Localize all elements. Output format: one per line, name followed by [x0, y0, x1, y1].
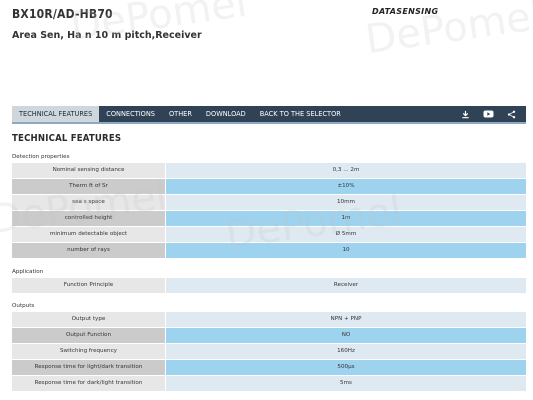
row-key: Therm ft of Sr: [12, 179, 165, 194]
table-row: sea s space 10mm: [12, 195, 526, 210]
row-value: 5ms: [166, 376, 526, 391]
section-title: TECHNICAL FEATURES: [12, 133, 122, 144]
tab-other[interactable]: OTHER: [162, 106, 199, 122]
row-value: 160Hz: [166, 344, 526, 359]
tab-underline: [12, 122, 526, 124]
brand-logo: DATASENSING: [372, 7, 439, 16]
row-key: Function Principle: [12, 278, 165, 293]
tab-bar: TECHNICAL FEATURES CONNECTIONS OTHER DOW…: [12, 106, 526, 122]
share-icon[interactable]: [503, 106, 519, 122]
table-row: Response time for dark/light transition …: [12, 376, 526, 391]
row-value: 10mm: [166, 195, 526, 210]
tab-technical-features[interactable]: TECHNICAL FEATURES: [12, 106, 100, 122]
row-key: Response time for dark/light transition: [12, 376, 165, 391]
row-key: sea s space: [12, 195, 165, 210]
youtube-icon[interactable]: [480, 106, 496, 122]
product-description: Area Sen, Ha n 10 m pitch,Receiver: [12, 30, 202, 41]
table-row: number of rays 10: [12, 243, 526, 258]
row-value: ±10%: [166, 179, 526, 194]
row-key: number of rays: [12, 243, 165, 258]
tab-download[interactable]: DOWNLOAD: [199, 106, 253, 122]
tab-connections[interactable]: CONNECTIONS: [99, 106, 162, 122]
row-key: Output type: [12, 312, 165, 327]
row-value: Receiver: [166, 278, 526, 293]
table-row: minimum detectable object Ø 5mm: [12, 227, 526, 242]
table-row: Output type NPN + PNP: [12, 312, 526, 327]
row-value: 1m: [166, 211, 526, 226]
table-row: Therm ft of Sr ±10%: [12, 179, 526, 194]
row-key: Switching frequency: [12, 344, 165, 359]
row-value: NO: [166, 328, 526, 343]
row-key: Output Function: [12, 328, 165, 343]
row-value: 500μs: [166, 360, 526, 375]
product-code: BX10R/AD-HB70: [12, 7, 113, 21]
table-row: controlled height 1m: [12, 211, 526, 226]
group-label-detection: Detection properties: [12, 154, 70, 160]
download-icon[interactable]: [457, 106, 473, 122]
group-label-application: Application: [12, 269, 44, 275]
table-row: Response time for light/dark transition …: [12, 360, 526, 375]
row-value: NPN + PNP: [166, 312, 526, 327]
row-key: controlled height: [12, 211, 165, 226]
row-key: Response time for light/dark transition: [12, 360, 165, 375]
row-key: minimum detectable object: [12, 227, 165, 242]
row-value: Ø 5mm: [166, 227, 526, 242]
group-label-outputs: Outputs: [12, 303, 35, 309]
table-row: Output Function NO: [12, 328, 526, 343]
row-value: 10: [166, 243, 526, 258]
table-row: Nominal sensing distance 0,3 ... 2m: [12, 163, 526, 178]
tab-back-to-selector[interactable]: BACK TO THE SELECTOR: [253, 106, 348, 122]
table-row: Function Principle Receiver: [12, 278, 526, 293]
row-key: Nominal sensing distance: [12, 163, 165, 178]
table-row: Switching frequency 160Hz: [12, 344, 526, 359]
row-value: 0,3 ... 2m: [166, 163, 526, 178]
